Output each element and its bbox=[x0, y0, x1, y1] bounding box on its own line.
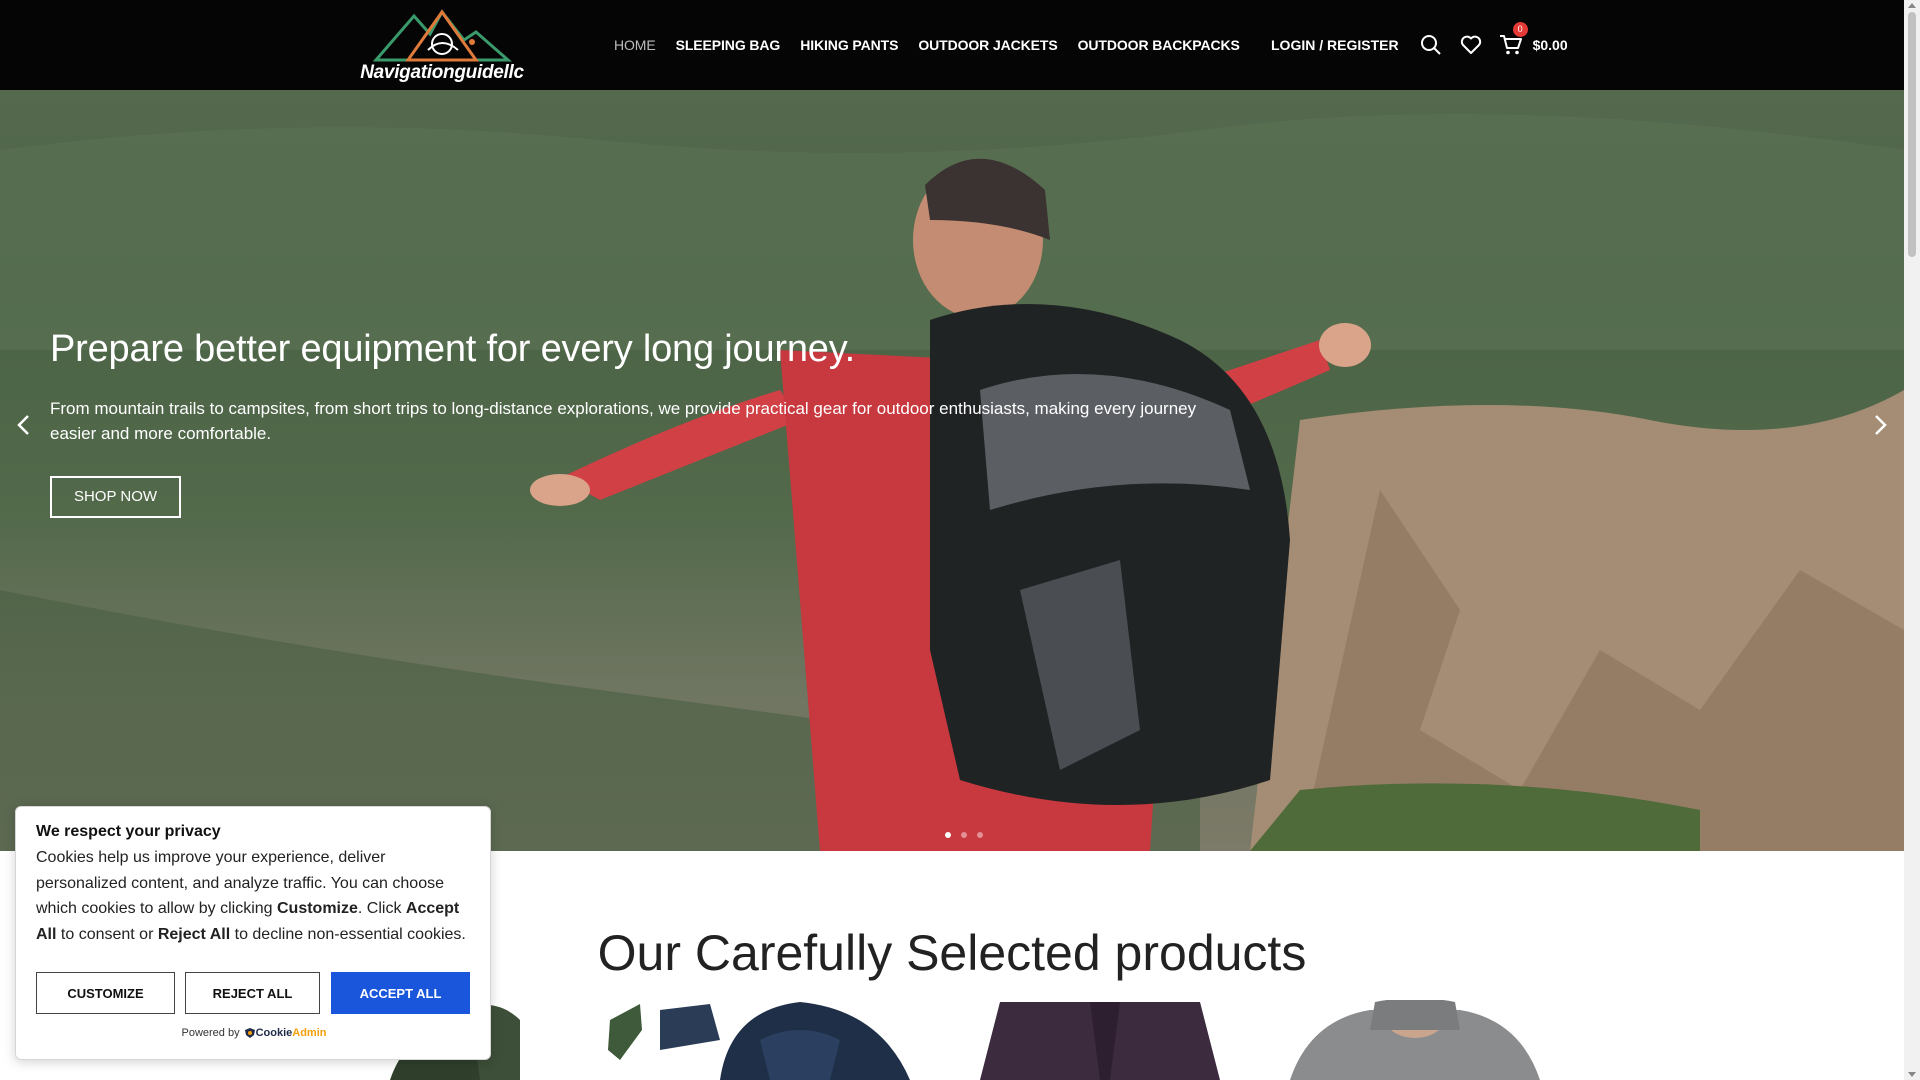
scroll-up-arrow[interactable] bbox=[1908, 3, 1916, 8]
cookie-consent-banner: We respect your privacy Cookies help us … bbox=[15, 806, 491, 1060]
cookie-description: Cookies help us improve your experience,… bbox=[36, 845, 470, 947]
nav-hiking-pants[interactable]: HIKING PANTS bbox=[800, 37, 898, 53]
mountain-logo-icon bbox=[372, 9, 512, 62]
cookie-buttons: CUSTOMIZE REJECT ALL ACCEPT ALL bbox=[36, 972, 480, 1014]
product-card[interactable] bbox=[660, 1000, 950, 1080]
grey-hooded-jacket-image bbox=[1290, 1000, 1540, 1080]
product-card[interactable] bbox=[1270, 1000, 1560, 1080]
scroll-down-arrow[interactable] bbox=[1908, 1072, 1916, 1077]
main-nav: HOME SLEEPING BAG HIKING PANTS OUTDOOR J… bbox=[604, 0, 1250, 90]
customize-button[interactable]: CUSTOMIZE bbox=[36, 972, 175, 1014]
navy-hooded-jacket-image bbox=[660, 1002, 910, 1080]
hero-title: Prepare better equipment for every long … bbox=[50, 328, 856, 370]
slider-dots bbox=[940, 832, 988, 838]
cookie-text-part: to decline non-essential cookies. bbox=[230, 925, 466, 943]
cookieadmin-brand-part1: Cookie bbox=[255, 1027, 293, 1039]
scroll-thumb[interactable] bbox=[1908, 12, 1916, 257]
chevron-right-icon bbox=[1875, 415, 1887, 435]
nav-home[interactable]: HOME bbox=[614, 37, 656, 53]
slider-dot[interactable] bbox=[977, 832, 983, 838]
login-register-link[interactable]: LOGIN / REGISTER bbox=[1271, 37, 1399, 53]
powered-by: Powered by Cookie Admin bbox=[16, 1027, 492, 1039]
cookie-text-part: to consent or bbox=[56, 925, 158, 943]
reject-all-button[interactable]: REJECT ALL bbox=[185, 972, 320, 1014]
cart-total: $0.00 bbox=[1532, 37, 1568, 53]
hero-subtitle: From mountain trails to campsites, from … bbox=[50, 399, 1197, 443]
shop-now-button[interactable]: SHOP NOW bbox=[50, 476, 181, 518]
page-scrollbar[interactable] bbox=[1904, 0, 1920, 1080]
site-header: Navigationguidellc HOME SLEEPING BAG HIK… bbox=[0, 0, 1904, 90]
cookieadmin-logo[interactable]: Cookie Admin bbox=[244, 1027, 327, 1039]
slider-dot[interactable] bbox=[945, 832, 951, 838]
cookie-text-customize: Customize bbox=[277, 900, 358, 917]
cookieadmin-brand-part2: Admin bbox=[292, 1027, 327, 1039]
nav-outdoor-jackets[interactable]: OUTDOOR JACKETS bbox=[918, 37, 1057, 53]
purple-jacket-image bbox=[980, 1002, 1220, 1080]
powered-by-label: Powered by bbox=[181, 1027, 240, 1039]
cart-count-badge: 0 bbox=[1512, 22, 1528, 37]
product-card[interactable] bbox=[970, 1000, 1260, 1080]
cart-button[interactable]: 0 $0.00 bbox=[1499, 22, 1568, 56]
nav-sleeping-bag[interactable]: SLEEPING BAG bbox=[676, 37, 781, 53]
cart-icon bbox=[1499, 35, 1522, 55]
accept-all-button[interactable]: ACCEPT ALL bbox=[331, 972, 470, 1014]
cookie-text-reject: Reject All bbox=[157, 925, 231, 943]
heart-icon[interactable] bbox=[1459, 33, 1483, 57]
slider-next-arrow[interactable] bbox=[1868, 408, 1894, 442]
slider-dot[interactable] bbox=[961, 832, 967, 838]
logo-text: Navigationguidellc bbox=[360, 62, 524, 83]
cookie-shield-icon bbox=[244, 1028, 255, 1038]
nav-outdoor-backpacks[interactable]: OUTDOOR BACKPACKS bbox=[1078, 37, 1240, 53]
site-logo[interactable]: Navigationguidellc bbox=[356, 6, 528, 86]
hero-slider: Prepare better equipment for every long … bbox=[0, 90, 1904, 851]
chevron-left-icon bbox=[17, 415, 29, 435]
search-icon[interactable] bbox=[1419, 33, 1443, 57]
hero-background-image bbox=[0, 114, 1904, 851]
cookie-text-part: . Click bbox=[357, 900, 406, 917]
header-actions: LOGIN / REGISTER 0 $0.00 bbox=[1271, 0, 1568, 90]
slider-prev-arrow[interactable] bbox=[10, 408, 36, 442]
cookie-title: We respect your privacy bbox=[36, 823, 221, 840]
